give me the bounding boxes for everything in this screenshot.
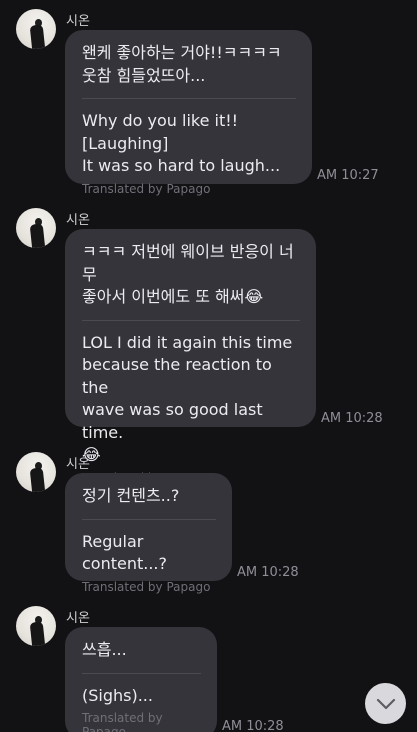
avatar[interactable]: [16, 452, 56, 492]
avatar-figure-body: [29, 467, 46, 492]
translated-text: Regular content...?: [82, 531, 168, 574]
message-time: AM 10:28: [237, 565, 299, 580]
avatar-figure-body: [29, 621, 46, 646]
bubble-divider: [82, 672, 201, 674]
message-bubble[interactable]: ㅋㅋㅋ 저번에 웨이브 반응이 너무 좋아서 이번에도 또 해써😂 LOL I …: [65, 229, 316, 485]
original-text: 쓰흡...: [82, 640, 127, 659]
message-time: AM 10:28: [321, 411, 383, 426]
avatar[interactable]: [16, 9, 56, 49]
original-text: ㅋㅋㅋ 저번에 웨이브 반응이 너무 좋아서 이번에도 또 해써😂: [82, 242, 294, 306]
sender-name: 시온: [66, 213, 90, 228]
sender-name: 시온: [66, 457, 90, 472]
message-bubble[interactable]: 쓰흡... (Sighs)... Translated by Papago: [65, 627, 217, 732]
chat-view: 시온 왠케 좋아하는 거야!!ㅋㅋㅋㅋ 웃참 힘들었뜨아... Why do y…: [0, 0, 417, 732]
sender-name: 시온: [66, 611, 90, 626]
translation-credit: Translated by Papago: [82, 181, 211, 196]
scroll-to-bottom-button[interactable]: [365, 683, 406, 724]
original-text: 왠케 좋아하는 거야!!ㅋㅋㅋㅋ 웃참 힘들었뜨아...: [82, 43, 282, 85]
bubble-divider: [82, 98, 296, 99]
translation-credit: Translated by Papago: [82, 711, 163, 732]
bubble-divider: [82, 319, 300, 321]
chevron-down-icon: [376, 698, 395, 709]
message-bubble[interactable]: 왠케 좋아하는 거야!!ㅋㅋㅋㅋ 웃참 힘들었뜨아... Why do you …: [65, 30, 312, 196]
message-time: AM 10:27: [317, 168, 379, 183]
avatar-figure-body: [29, 24, 46, 49]
message-bubble[interactable]: 정기 컨텐츠..? Regular content...? Translated…: [65, 473, 232, 594]
avatar-figure-body: [29, 223, 46, 248]
avatar[interactable]: [16, 208, 56, 248]
translated-text: LOL I did it again this time because the…: [82, 332, 293, 465]
message-time: AM 10:28: [222, 719, 284, 732]
bubble-divider: [82, 518, 216, 520]
translated-text: (Sighs)...: [82, 685, 153, 705]
translated-text: Why do you like it!![Laughing] It was so…: [82, 111, 281, 175]
sender-name: 시온: [66, 14, 90, 29]
translation-credit: Translated by Papago: [82, 579, 211, 594]
original-text: 정기 컨텐츠..?: [82, 486, 180, 505]
avatar[interactable]: [16, 606, 56, 646]
